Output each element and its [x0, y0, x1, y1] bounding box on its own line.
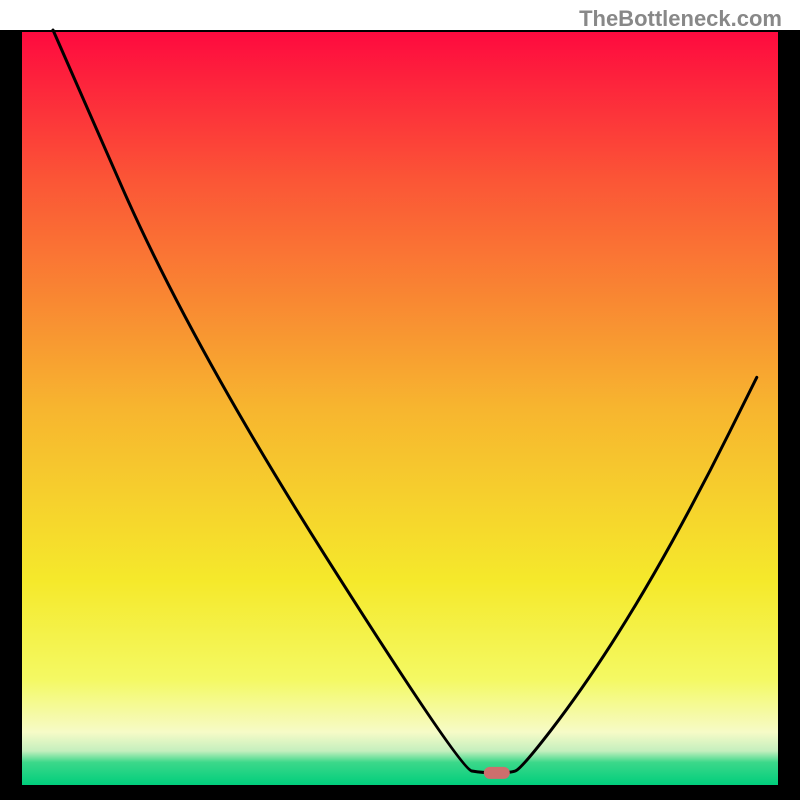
chart-border — [0, 785, 800, 800]
bottleneck-chart: TheBottleneck.com — [0, 0, 800, 800]
chart-border — [778, 30, 800, 800]
watermark-text: TheBottleneck.com — [579, 6, 782, 32]
chart-svg — [0, 0, 800, 800]
chart-border — [0, 30, 22, 800]
optimal-point-marker — [484, 767, 510, 779]
